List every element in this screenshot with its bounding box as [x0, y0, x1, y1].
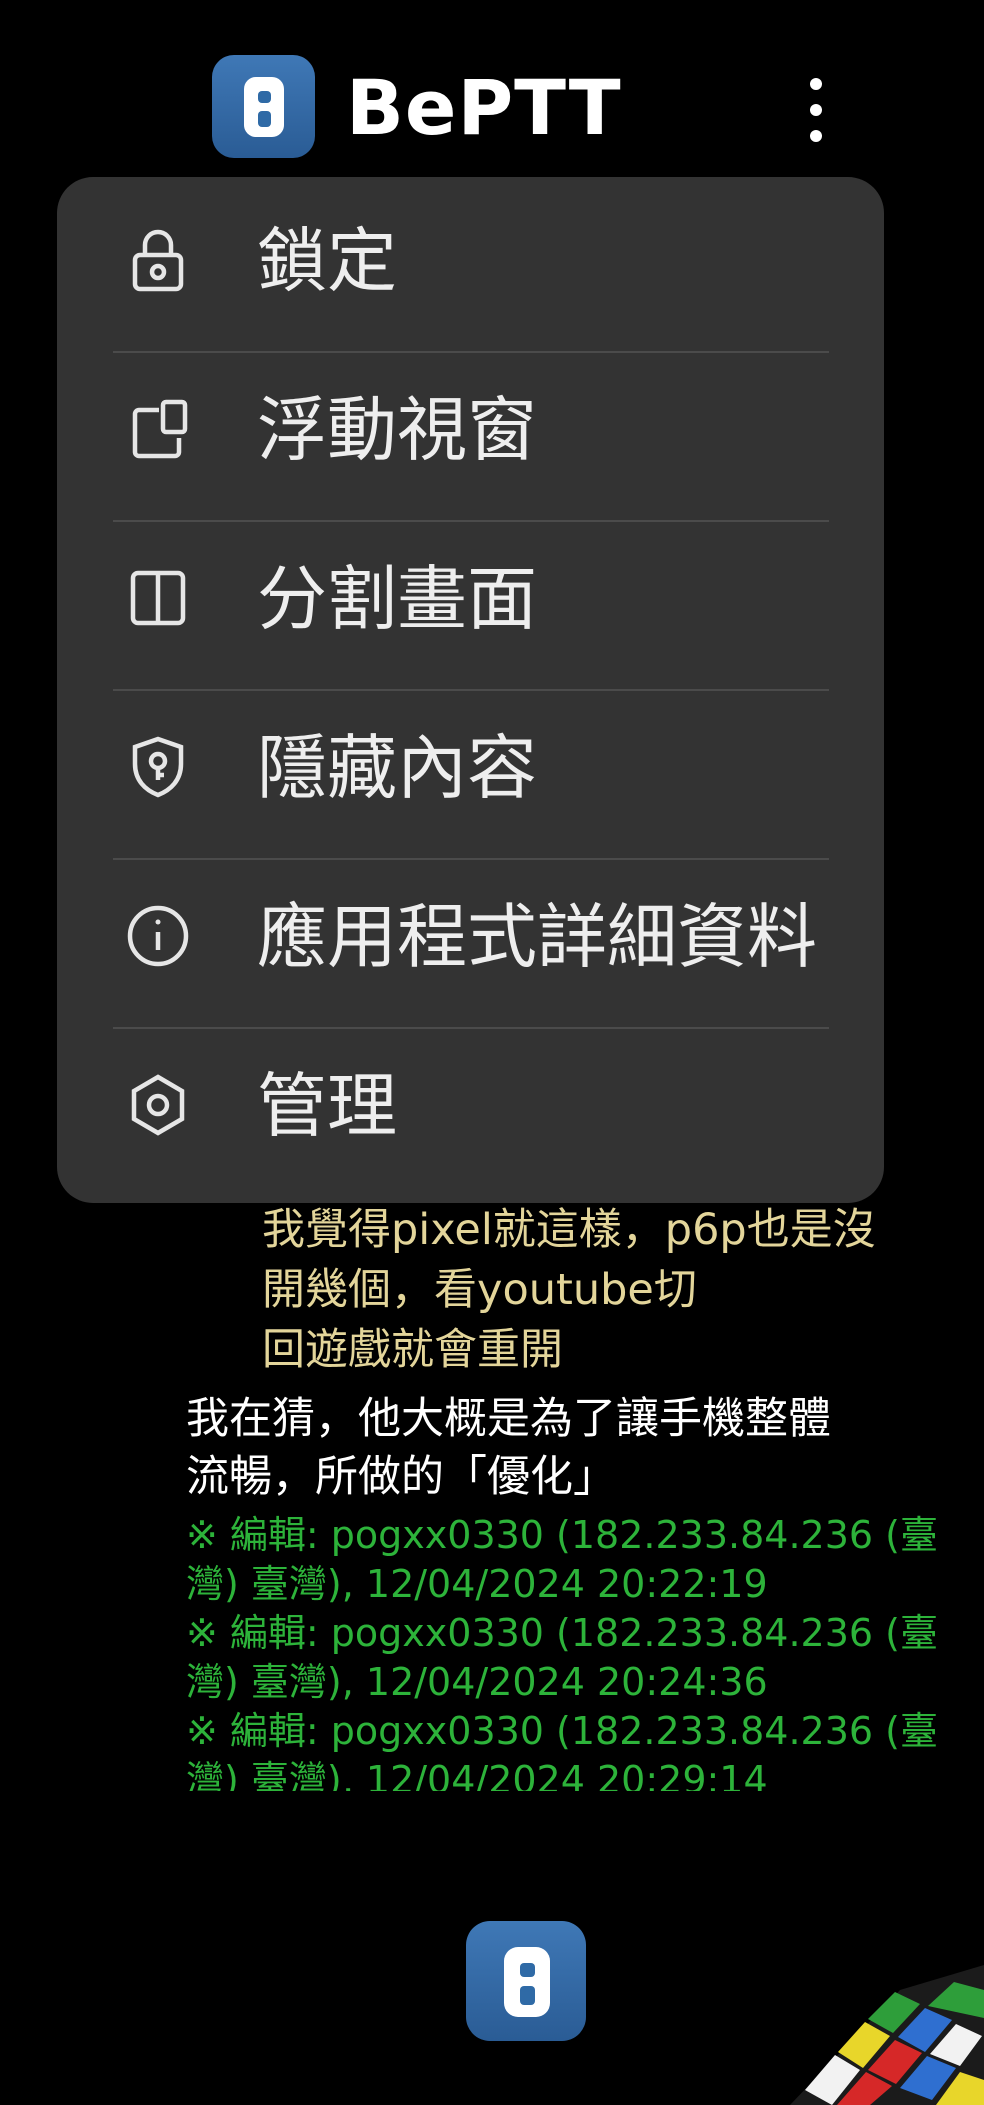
menu-item-label: 浮動視窗 [257, 389, 537, 471]
app-options-menu: 鎖定 浮動視窗 分割畫面 隱藏內容 應用程式詳細資料 管理 [57, 177, 884, 1203]
menu-item-lock[interactable]: 鎖定 [57, 177, 884, 345]
edit-line: ※ 編輯: pogxx0330 (182.233.84.236 (臺 [186, 1709, 938, 1753]
edit-log: ※ 編輯: pogxx0330 (182.233.84.236 (臺 灣) 臺灣… [186, 1511, 976, 1791]
menu-item-label: 應用程式詳細資料 [257, 896, 817, 978]
quote-line: 我覺得pixel就這樣，p6p也是沒 [262, 1205, 876, 1255]
body-line: 我在猜，他大概是為了讓手機整體 [186, 1394, 831, 1444]
popup-window-icon [125, 396, 191, 462]
beptt-app-icon [212, 55, 315, 158]
split-screen-icon [125, 565, 191, 631]
menu-item-manage[interactable]: 管理 [57, 1022, 884, 1190]
menu-item-label: 鎖定 [257, 220, 397, 302]
quote-line: 回遊戲就會重開 [262, 1325, 563, 1375]
wallpaper-cube-image [720, 1960, 984, 2105]
edit-line: ※ 編輯: pogxx0330 (182.233.84.236 (臺 [186, 1513, 938, 1557]
menu-item-label: 隱藏內容 [257, 727, 537, 809]
app-title: BePTT [346, 63, 622, 152]
lock-icon [125, 227, 191, 293]
menu-item-label: 管理 [257, 1065, 397, 1147]
edit-line: ※ 編輯: pogxx0330 (182.233.84.236 (臺 [186, 1611, 938, 1655]
menu-item-label: 分割畫面 [257, 558, 537, 640]
quoted-reply: 我覺得pixel就這樣，p6p也是沒 開幾個，看youtube切 回遊戲就會重開 [262, 1200, 962, 1380]
menu-item-popup-view[interactable]: 浮動視窗 [57, 346, 884, 514]
more-vertical-icon[interactable] [790, 70, 840, 150]
edit-line: 灣) 臺灣), 12/04/2024 20:24:36 [186, 1660, 768, 1704]
edit-line: 灣) 臺灣), 12/04/2024 20:29:14 [186, 1758, 768, 1791]
article-body: 我在猜，他大概是為了讓手機整體 流暢，所做的「優化」 [186, 1390, 966, 1506]
menu-item-app-info[interactable]: 應用程式詳細資料 [57, 853, 884, 1021]
beptt-app-icon[interactable] [466, 1921, 586, 2041]
quote-line: 開幾個，看youtube切 [262, 1265, 697, 1315]
info-icon [125, 903, 191, 969]
shield-key-icon [125, 734, 191, 800]
menu-item-hide-content[interactable]: 隱藏內容 [57, 684, 884, 852]
body-line: 流暢，所做的「優化」 [186, 1452, 616, 1502]
menu-item-split-screen[interactable]: 分割畫面 [57, 515, 884, 683]
edit-line: 灣) 臺灣), 12/04/2024 20:22:19 [186, 1562, 768, 1606]
settings-hexagon-icon [125, 1072, 191, 1138]
